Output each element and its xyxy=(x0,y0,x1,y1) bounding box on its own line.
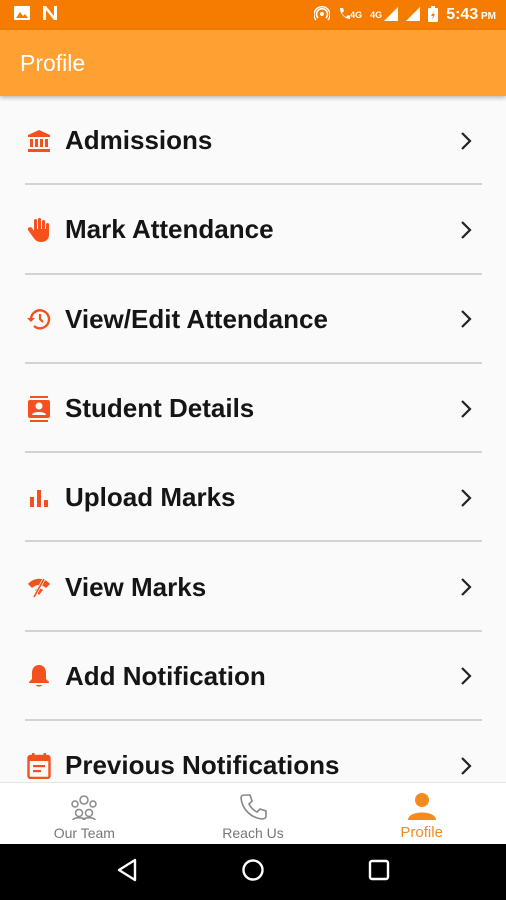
call-icon xyxy=(338,7,351,24)
nav-item-our-team[interactable]: Our Team xyxy=(0,783,169,844)
clock-time: 5:43 xyxy=(446,6,479,23)
person-icon xyxy=(407,790,437,822)
profile-menu-list: Admissions Mark Attendance View/Edit Att… xyxy=(0,96,506,782)
bell-icon xyxy=(26,663,52,689)
network-type-1: 4G xyxy=(350,10,363,20)
menu-item-label: Student Details xyxy=(65,393,255,424)
system-navigation-bar xyxy=(0,844,506,900)
signal-2-icon xyxy=(406,6,421,24)
nav-label: Profile xyxy=(400,824,443,841)
chevron-right-icon xyxy=(456,309,476,329)
nav-item-reach-us[interactable]: Reach Us xyxy=(169,783,338,844)
chevron-right-icon xyxy=(456,488,476,508)
bar-chart-icon xyxy=(26,485,52,511)
team-icon xyxy=(69,791,99,823)
menu-item-label: Admissions xyxy=(65,125,213,156)
nav-label: Reach Us xyxy=(222,824,284,841)
bank-icon xyxy=(26,128,52,154)
menu-item-view-marks[interactable]: View Marks xyxy=(0,542,506,633)
menu-item-label: Mark Attendance xyxy=(65,214,274,245)
back-button[interactable] xyxy=(116,858,138,887)
menu-item-label: View/Edit Attendance xyxy=(65,303,328,334)
chevron-right-icon xyxy=(456,666,476,686)
chevron-right-icon xyxy=(456,131,476,151)
page-title: Profile xyxy=(20,49,86,76)
recents-button[interactable] xyxy=(368,859,390,886)
menu-item-admissions[interactable]: Admissions xyxy=(0,96,506,186)
menu-item-label: Previous Notifications xyxy=(65,750,340,781)
clock: 5:43 PM xyxy=(446,6,496,24)
menu-item-label: Upload Marks xyxy=(65,482,236,513)
home-button[interactable] xyxy=(241,858,265,887)
menu-item-student-details[interactable]: Student Details xyxy=(0,364,506,454)
menu-item-view-edit-attendance[interactable]: View/Edit Attendance xyxy=(0,275,506,365)
chevron-right-icon xyxy=(456,756,476,776)
bottom-navigation: Our Team Reach Us Profile xyxy=(0,782,506,844)
nav-item-profile[interactable]: Profile xyxy=(337,783,506,844)
menu-item-previous-notifications[interactable]: Previous Notifications xyxy=(0,721,506,782)
hand-icon xyxy=(26,217,52,243)
signal-icon xyxy=(384,6,399,24)
image-notification-icon xyxy=(14,5,30,25)
network-type-2: 4G xyxy=(370,10,383,20)
menu-item-label: Add Notification xyxy=(65,660,266,691)
menu-item-label: View Marks xyxy=(65,571,207,602)
app-bar: Profile xyxy=(0,30,506,96)
status-bar: 4G 4G 5:43 PM xyxy=(0,0,506,30)
chevron-right-icon xyxy=(456,577,476,597)
n-notification-icon xyxy=(42,5,58,26)
menu-item-upload-marks[interactable]: Upload Marks xyxy=(0,453,506,543)
hotspot-icon xyxy=(313,5,331,25)
chevron-right-icon xyxy=(456,399,476,419)
nav-label: Our Team xyxy=(53,824,115,841)
battery-icon xyxy=(428,5,439,25)
calendar-note-icon xyxy=(26,752,52,779)
menu-item-mark-attendance[interactable]: Mark Attendance xyxy=(0,185,506,275)
menu-item-add-notification[interactable]: Add Notification xyxy=(0,632,506,722)
chevron-right-icon xyxy=(456,220,476,240)
contact-card-icon xyxy=(26,395,52,422)
phone-icon xyxy=(239,791,267,823)
clock-ampm: PM xyxy=(481,11,496,22)
wifi-off-icon xyxy=(26,574,52,600)
history-icon xyxy=(26,306,52,332)
